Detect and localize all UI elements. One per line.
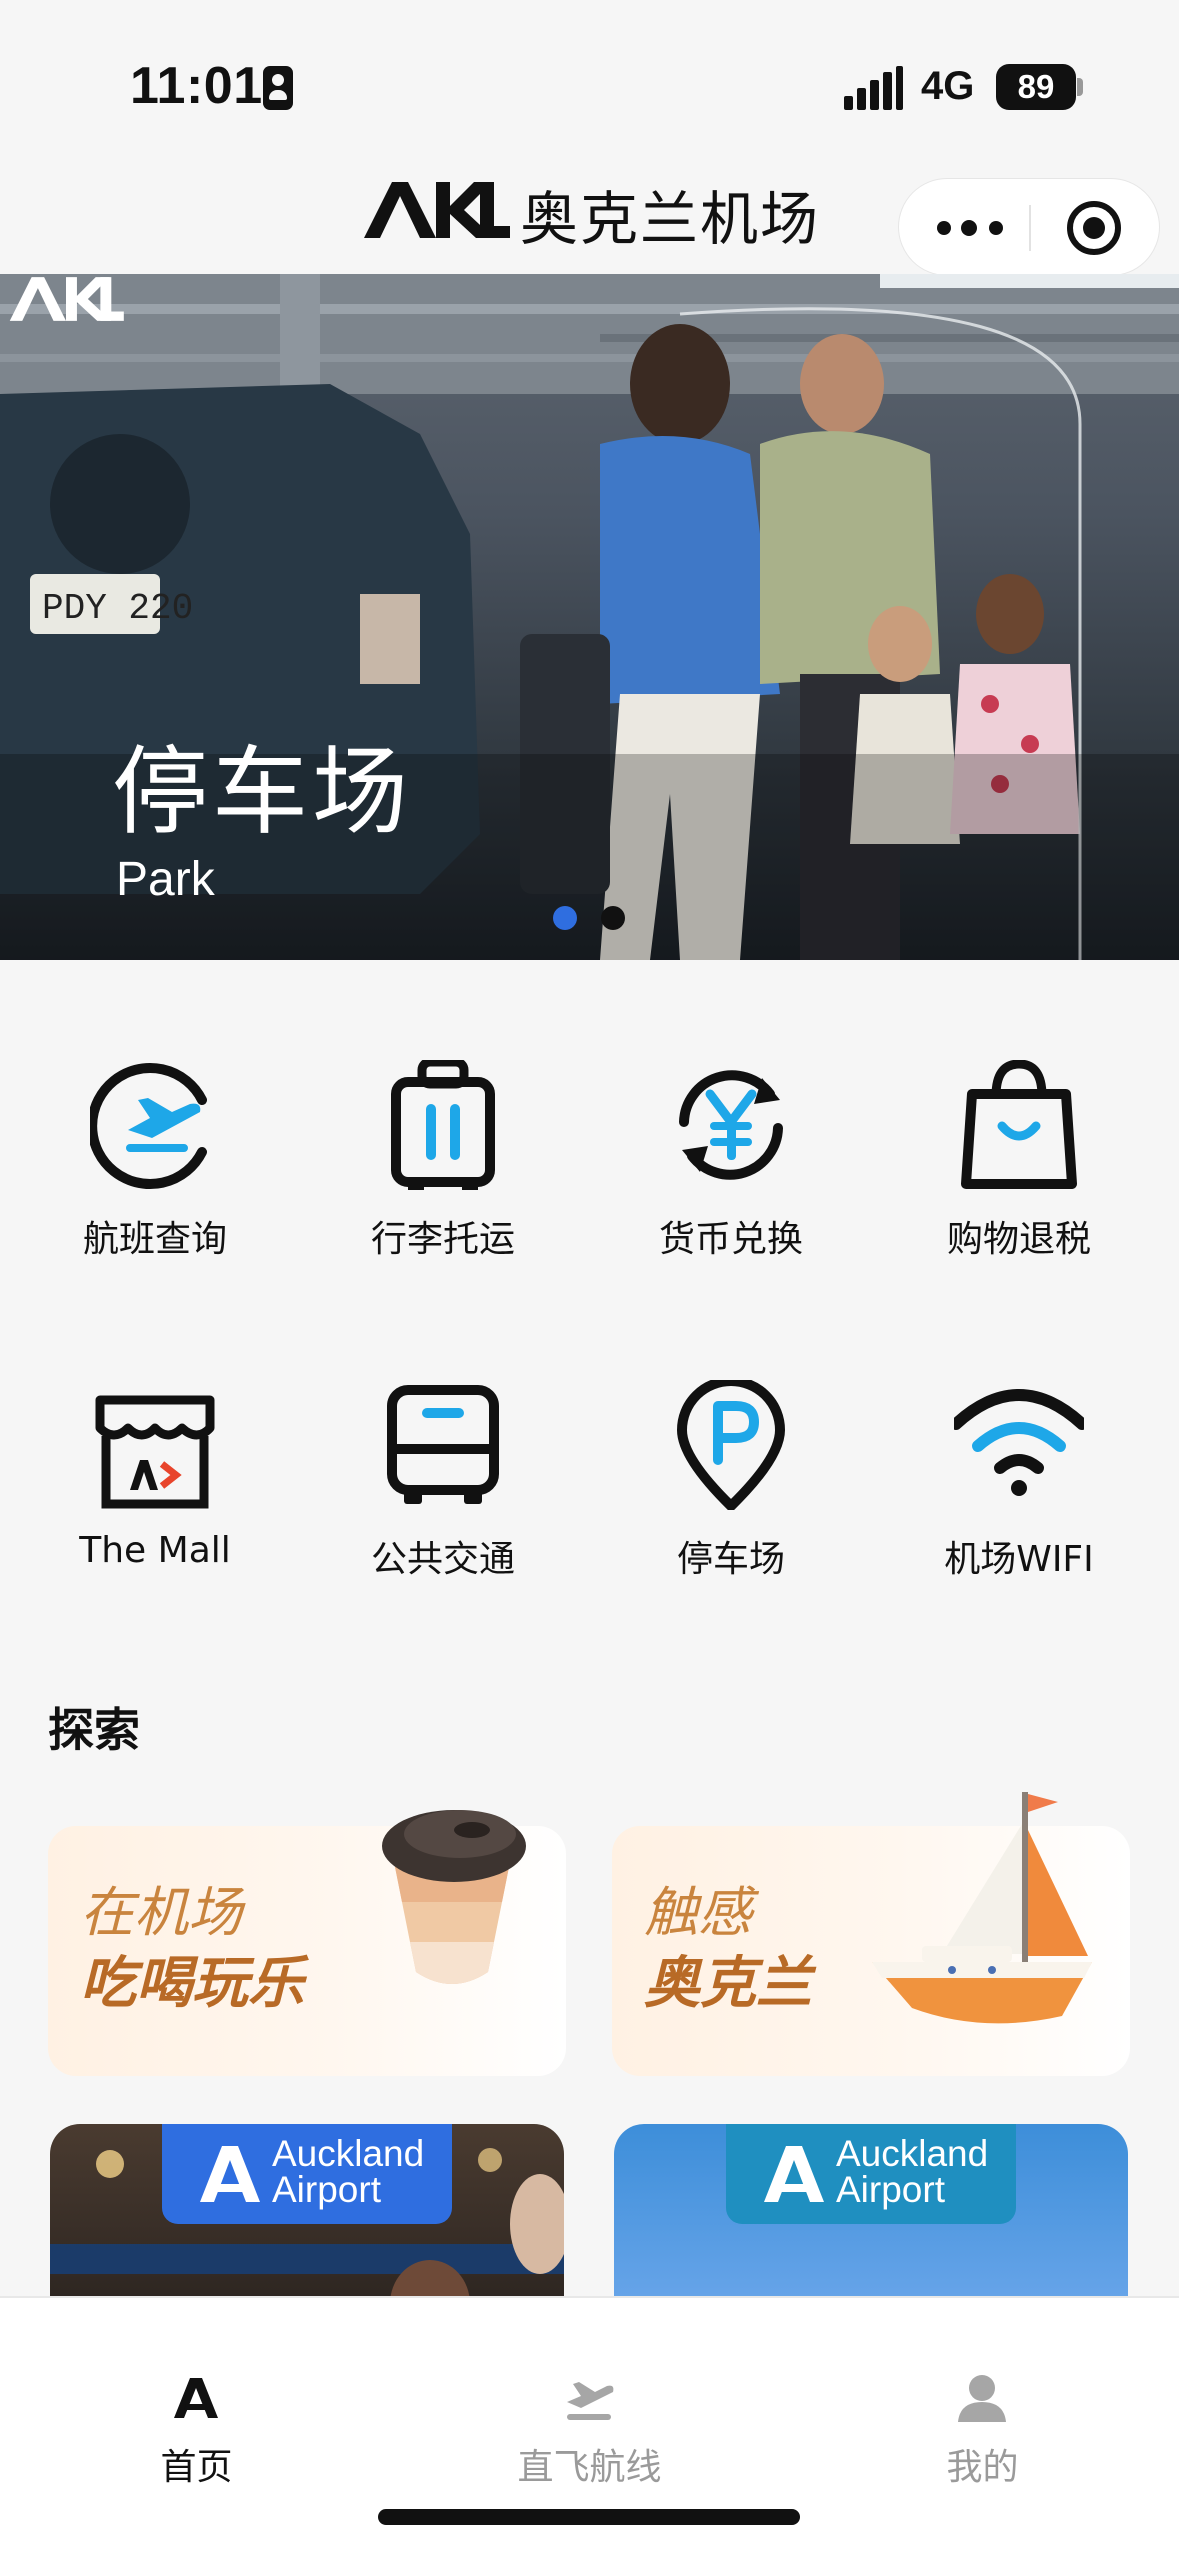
signal-strength-icon — [844, 66, 904, 110]
service-wifi[interactable]: 机场WIFI — [874, 1380, 1164, 1660]
service-label: 停车场 — [676, 1539, 785, 1580]
tab-label: 直飞航线 — [517, 2447, 662, 2488]
promo-badge-line2: Airport — [836, 2169, 945, 2210]
app-title: 奥克兰机场 — [520, 185, 821, 253]
service-public-transport[interactable]: 公共交通 — [298, 1380, 588, 1660]
luggage-icon — [391, 1060, 495, 1190]
sailboat-icon — [872, 1792, 1092, 2024]
tab-label: 我的 — [946, 2447, 1019, 2488]
promo-badge-line1: Auckland — [272, 2133, 425, 2174]
wifi-icon — [954, 1389, 1084, 1496]
currency-exchange-icon — [679, 1070, 783, 1180]
contact-card-icon — [263, 66, 293, 110]
service-luggage[interactable]: 行李托运 — [298, 1060, 588, 1340]
service-tax-refund[interactable]: 购物退税 — [874, 1060, 1164, 1340]
profile-icon — [958, 2375, 1006, 2422]
flight-search-icon — [90, 1063, 207, 1189]
hero-banner[interactable]: PDY 220 停车场 Park — [0, 274, 1179, 960]
battery-tip — [1077, 78, 1083, 96]
promo-badge-text: Auckland Airport — [272, 2133, 442, 2210]
bus-icon — [387, 1385, 499, 1504]
carousel-dot[interactable] — [601, 906, 625, 930]
target-close-icon[interactable] — [1067, 201, 1121, 255]
banner-akl-logo-icon — [9, 277, 124, 321]
tab-profile[interactable]: 我的 — [786, 2298, 1179, 2498]
carousel-dot-active[interactable] — [553, 906, 577, 930]
explore-card-line1: 触感 — [644, 1881, 752, 1944]
coffee-cup-icon — [382, 1810, 526, 1984]
explore-card-line1: 在机场 — [80, 1881, 242, 1944]
svg-text:PDY 220: PDY 220 — [42, 588, 193, 629]
promo-badge: Auckland Airport — [726, 2124, 1016, 2224]
status-bar: 11:01 4G 89 — [0, 0, 1179, 170]
service-label: 货币兑换 — [658, 1219, 803, 1260]
service-label: 公共交通 — [370, 1539, 515, 1580]
explore-card-line2: 奥克兰 — [644, 1951, 812, 2016]
network-type: 4G — [921, 64, 975, 108]
service-parking[interactable]: 停车场 — [586, 1380, 876, 1660]
battery-icon: 89 — [996, 64, 1076, 110]
direct-flight-icon — [567, 2382, 614, 2420]
service-label: 行李托运 — [370, 1219, 515, 1260]
service-currency-exchange[interactable]: 货币兑换 — [586, 1060, 876, 1340]
banner-title: 停车场 — [112, 736, 412, 848]
tab-label: 首页 — [160, 2447, 233, 2488]
tab-direct-flights[interactable]: 直飞航线 — [393, 2298, 786, 2498]
more-dots-icon[interactable] — [937, 179, 1027, 275]
parking-pin-icon — [677, 1380, 785, 1510]
banner-subtitle: Park — [116, 853, 215, 906]
section-title-explore: 探索 — [48, 1703, 140, 1757]
miniapp-capsule — [898, 178, 1160, 276]
auckland-airport-logo-icon — [200, 2146, 260, 2202]
tab-home[interactable]: 首页 — [0, 2298, 393, 2498]
explore-card-line2: 吃喝玩乐 — [80, 1951, 304, 2016]
service-label: The Mall — [79, 1530, 231, 1571]
mall-store-icon — [95, 1395, 215, 1509]
promo-badge-line2: Airport — [272, 2169, 381, 2210]
capsule-divider — [1029, 205, 1031, 251]
service-label: 航班查询 — [82, 1219, 227, 1260]
auckland-airport-logo-icon — [764, 2146, 824, 2202]
shopping-bag-icon — [961, 1060, 1077, 1189]
promo-badge: Auckland Airport — [162, 2124, 452, 2224]
service-flight-search[interactable]: 航班查询 — [10, 1060, 300, 1340]
akl-logo-icon — [364, 182, 510, 238]
home-a-icon — [174, 2378, 218, 2418]
home-indicator[interactable] — [378, 2509, 800, 2525]
service-label: 机场WIFI — [944, 1539, 1094, 1580]
promo-badge-text: Auckland Airport — [836, 2133, 1006, 2210]
promo-badge-line1: Auckland — [836, 2133, 989, 2174]
status-time: 11:01 — [130, 57, 263, 115]
service-the-mall[interactable]: The Mall — [10, 1380, 300, 1660]
service-label: 购物退税 — [946, 1219, 1091, 1260]
